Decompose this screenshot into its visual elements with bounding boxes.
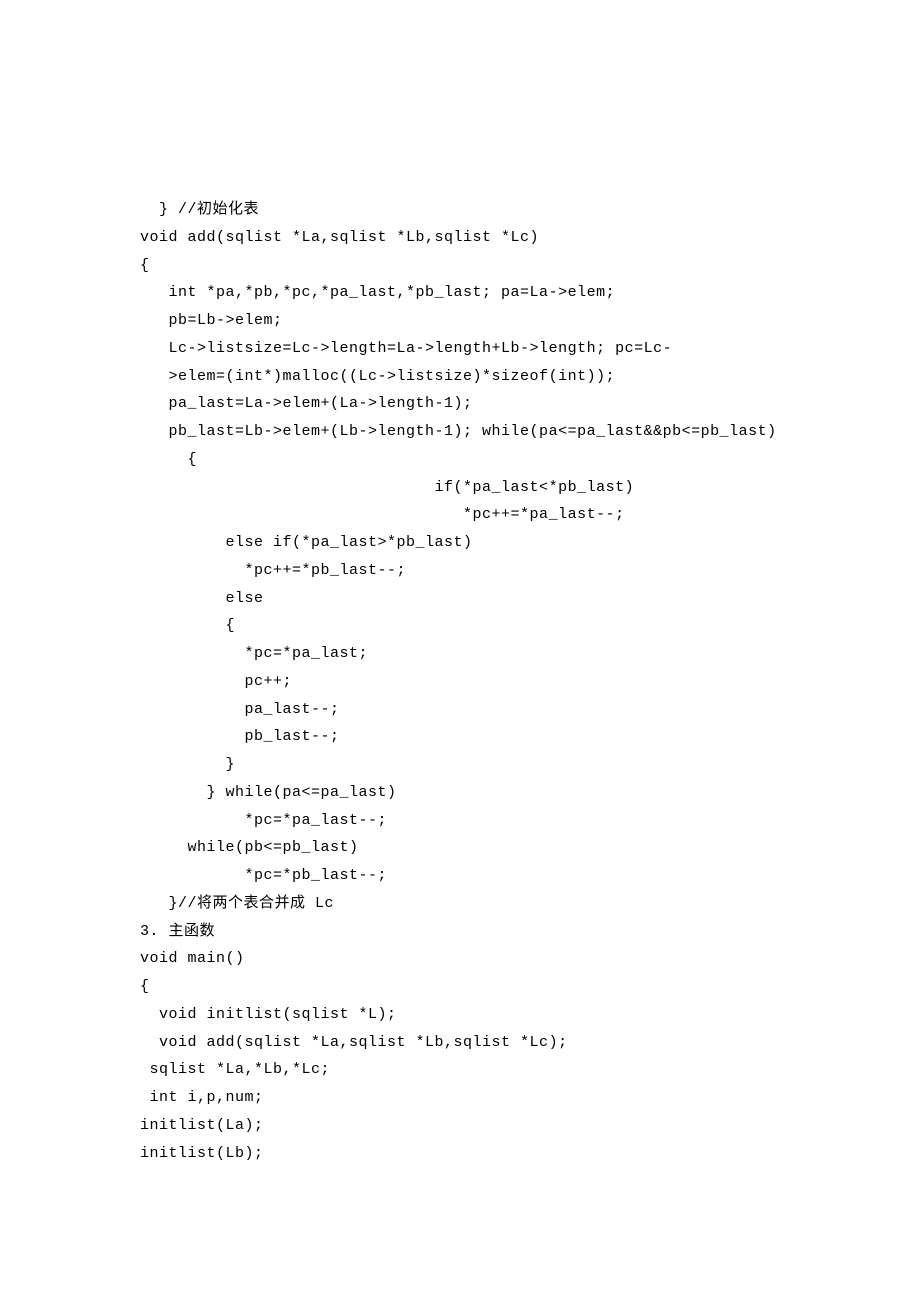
code-line: void add(sqlist *La,sqlist *Lb,sqlist *L… (140, 224, 920, 252)
code-line: } (140, 751, 920, 779)
code-line: sqlist *La,*Lb,*Lc; (140, 1056, 920, 1084)
code-line: pb=Lb->elem; (140, 307, 920, 335)
code-line: pa_last=La->elem+(La->length-1); (140, 390, 920, 418)
code-line: { (140, 252, 920, 280)
code-line: pb_last=Lb->elem+(Lb->length-1); while(p… (140, 418, 920, 446)
code-line: *pc++=*pa_last--; (140, 501, 920, 529)
code-line: } while(pa<=pa_last) (140, 779, 920, 807)
code-line: initlist(Lb); (140, 1140, 920, 1168)
code-line: int *pa,*pb,*pc,*pa_last,*pb_last; pa=La… (140, 279, 920, 307)
code-line: *pc=*pa_last; (140, 640, 920, 668)
code-line: { (140, 612, 920, 640)
code-line: }//将两个表合并成 Lc (140, 890, 920, 918)
code-line: 3. 主函数 (140, 918, 920, 946)
code-line: { (140, 973, 920, 1001)
code-document: } //初始化表void add(sqlist *La,sqlist *Lb,s… (140, 196, 920, 1167)
code-line: pc++; (140, 668, 920, 696)
code-line: while(pb<=pb_last) (140, 834, 920, 862)
code-line: void main() (140, 945, 920, 973)
code-line: void initlist(sqlist *L); (140, 1001, 920, 1029)
code-line: if(*pa_last<*pb_last) (140, 474, 920, 502)
code-line: int i,p,num; (140, 1084, 920, 1112)
code-line: *pc++=*pb_last--; (140, 557, 920, 585)
code-line: >elem=(int*)malloc((Lc->listsize)*sizeof… (140, 363, 920, 391)
code-line: else if(*pa_last>*pb_last) (140, 529, 920, 557)
code-line: { (140, 446, 920, 474)
code-line: } //初始化表 (140, 196, 920, 224)
code-line: else (140, 585, 920, 613)
code-line: pa_last--; (140, 696, 920, 724)
code-line: *pc=*pb_last--; (140, 862, 920, 890)
code-line: initlist(La); (140, 1112, 920, 1140)
code-line: pb_last--; (140, 723, 920, 751)
code-line: void add(sqlist *La,sqlist *Lb,sqlist *L… (140, 1029, 920, 1057)
code-line: Lc->listsize=Lc->length=La->length+Lb->l… (140, 335, 920, 363)
code-line: *pc=*pa_last--; (140, 807, 920, 835)
